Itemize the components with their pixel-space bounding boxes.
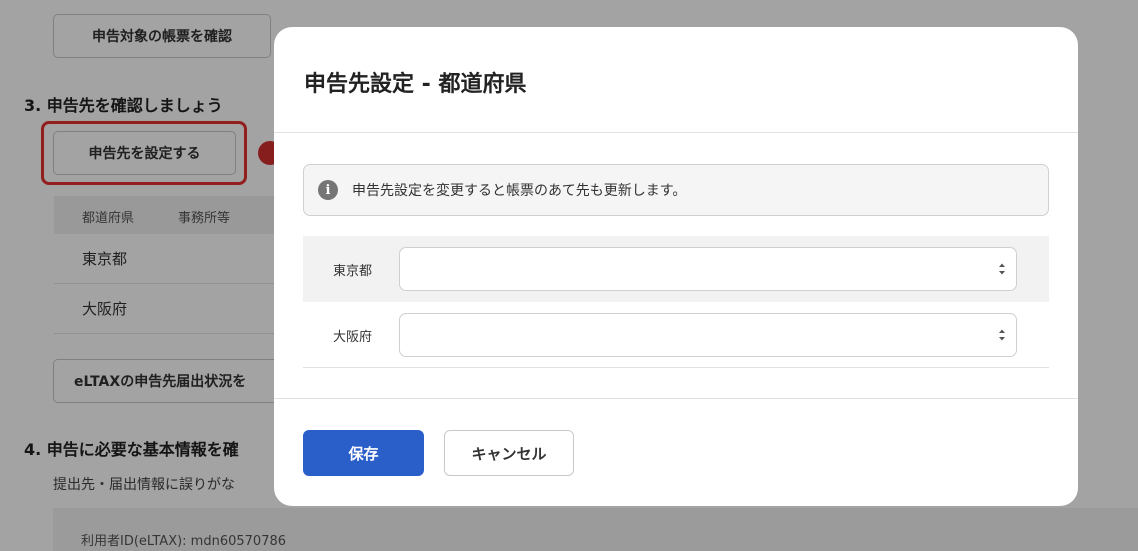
form-row-osaka: 大阪府 — [303, 302, 1049, 368]
tokyo-label: 東京都 — [333, 264, 373, 279]
notice-box: i 申告先設定を変更すると帳票のあて先も更新します。 — [303, 164, 1049, 216]
select-arrows-icon — [999, 329, 1005, 341]
footer-divider — [274, 398, 1078, 399]
notice-text: 申告先設定を変更すると帳票のあて先も更新します。 — [352, 183, 687, 199]
prefecture-settings-modal: 申告先設定 - 都道府県 i 申告先設定を変更すると帳票のあて先も更新します。 … — [274, 27, 1078, 506]
select-arrows-icon — [999, 263, 1005, 275]
header-divider — [274, 132, 1078, 133]
tokyo-office-select[interactable] — [399, 247, 1017, 291]
osaka-label: 大阪府 — [333, 330, 373, 345]
osaka-office-select[interactable] — [399, 313, 1017, 357]
info-icon: i — [318, 180, 338, 200]
cancel-button[interactable]: キャンセル — [444, 430, 574, 476]
form-row-tokyo: 東京都 — [303, 236, 1049, 302]
modal-title: 申告先設定 - 都道府県 — [304, 72, 527, 97]
save-button[interactable]: 保存 — [303, 430, 424, 476]
